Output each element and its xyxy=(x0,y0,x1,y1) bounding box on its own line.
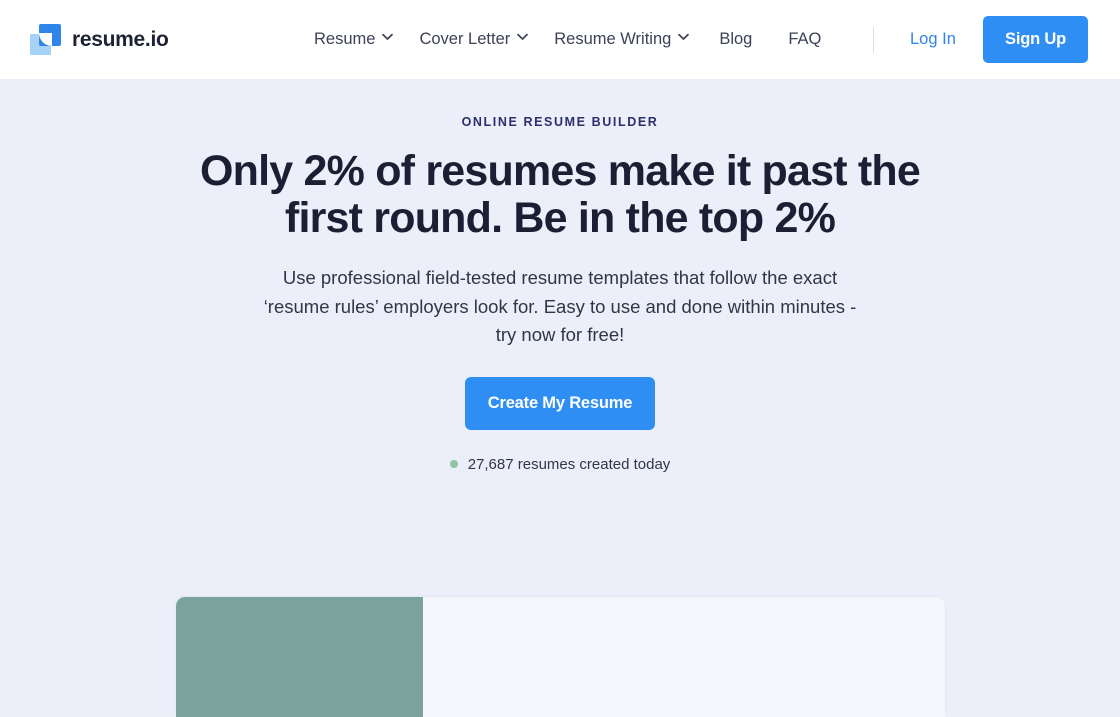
hero-cta-container: Create My Resume xyxy=(0,376,1120,430)
template-sidebar-preview xyxy=(176,597,423,717)
primary-navigation: Resume Cover Letter Resume Writing Blog … xyxy=(300,0,839,79)
header-divider xyxy=(873,27,874,53)
signup-button[interactable]: Sign Up xyxy=(983,16,1088,63)
nav-item-blog[interactable]: Blog xyxy=(701,30,770,49)
resume-io-logo-icon xyxy=(30,24,61,55)
nav-item-label: Blog xyxy=(719,30,753,48)
resume-template-preview-card[interactable] xyxy=(176,597,945,717)
counter-label: 27,687 resumes created today xyxy=(467,455,671,473)
chevron-down-icon xyxy=(382,33,394,42)
resumes-created-counter: 27,687 resumes created today xyxy=(0,456,1120,473)
site-header: resume.io Resume Cover Letter Resume Wri… xyxy=(0,0,1120,79)
login-link[interactable]: Log In xyxy=(910,0,956,79)
template-preview-area xyxy=(0,597,1120,717)
chevron-down-icon xyxy=(678,33,690,42)
nav-item-faq[interactable]: FAQ xyxy=(770,30,839,49)
page-title: Only 2% of resumes make it past the firs… xyxy=(200,147,921,242)
nav-item-resume[interactable]: Resume xyxy=(300,30,405,49)
status-dot-icon xyxy=(449,460,458,468)
hero-section: ONLINE RESUME BUILDER Only 2% of resumes… xyxy=(0,79,1120,473)
nav-item-label: Resume Writing xyxy=(554,30,672,48)
nav-item-resume-writing[interactable]: Resume Writing xyxy=(540,30,701,49)
nav-item-label: Resume xyxy=(314,30,376,48)
brand-name: resume.io xyxy=(72,27,169,51)
chevron-down-icon xyxy=(517,33,529,42)
create-my-resume-button[interactable]: Create My Resume xyxy=(465,376,655,430)
hero-eyebrow: ONLINE RESUME BUILDER xyxy=(461,115,659,129)
hero-subheading: Use professional field-tested resume tem… xyxy=(263,267,857,345)
nav-item-label: Cover Letter xyxy=(419,30,511,48)
nav-item-cover-letter[interactable]: Cover Letter xyxy=(405,30,540,49)
brand-logo-link[interactable]: resume.io xyxy=(30,0,169,79)
template-body-preview xyxy=(423,597,945,717)
nav-item-label: FAQ xyxy=(788,30,822,48)
